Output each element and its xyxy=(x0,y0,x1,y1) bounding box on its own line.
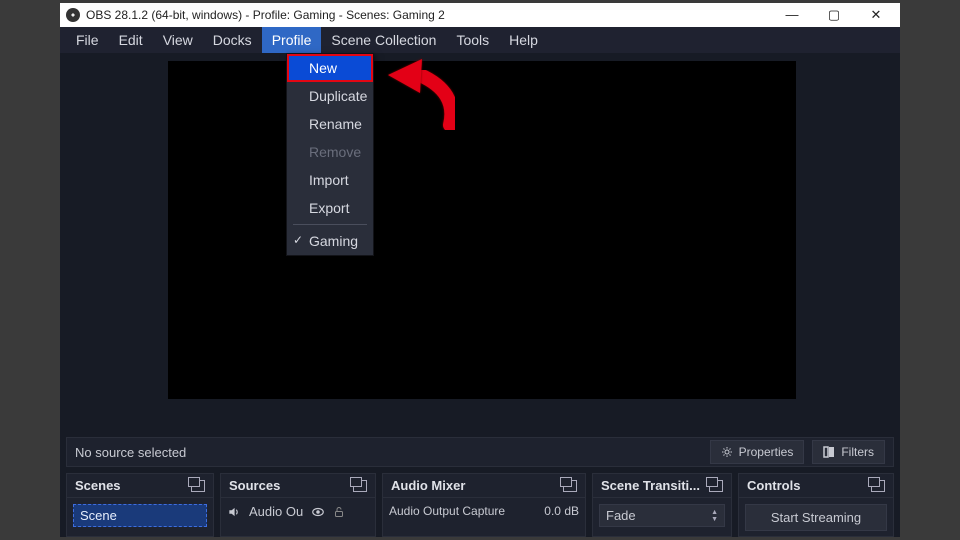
lock-icon[interactable] xyxy=(333,505,345,519)
profile-menu-new[interactable]: New xyxy=(287,54,373,82)
dock-sources-title: Sources xyxy=(229,478,280,493)
properties-button[interactable]: Properties xyxy=(710,440,805,464)
profile-menu-remove: Remove xyxy=(287,138,373,166)
menu-file[interactable]: File xyxy=(66,27,109,53)
dock-audio-mixer: Audio Mixer Audio Output Capture 0.0 dB xyxy=(382,473,586,537)
profile-menu-duplicate[interactable]: Duplicate xyxy=(287,82,373,110)
chevron-updown-icon: ▲▼ xyxy=(711,509,718,523)
dock-scenes: Scenes Scene xyxy=(66,473,214,537)
window-buttons: — ▢ ✕ xyxy=(780,7,888,23)
popout-icon[interactable] xyxy=(191,480,205,492)
status-bar: No source selected Properties Filters xyxy=(66,437,894,467)
dock-controls: Controls Start Streaming xyxy=(738,473,894,537)
start-streaming-button[interactable]: Start Streaming xyxy=(745,504,887,531)
eye-icon[interactable] xyxy=(311,505,325,519)
maximize-button[interactable]: ▢ xyxy=(822,7,846,23)
scene-list-item[interactable]: Scene xyxy=(73,504,207,527)
app-icon xyxy=(66,8,80,22)
transition-select[interactable]: Fade ▲▼ xyxy=(599,504,725,527)
profile-menu-separator xyxy=(293,224,367,225)
docks-row: Scenes Scene Sources Audio Ou xyxy=(66,473,894,537)
menu-help[interactable]: Help xyxy=(499,27,548,53)
minimize-button[interactable]: — xyxy=(780,7,804,23)
menu-docks[interactable]: Docks xyxy=(203,27,262,53)
gear-icon xyxy=(721,446,733,458)
menu-edit[interactable]: Edit xyxy=(109,27,153,53)
filters-icon xyxy=(823,446,835,458)
menubar: File Edit View Docks Profile Scene Colle… xyxy=(60,27,900,53)
menu-profile[interactable]: Profile xyxy=(262,27,322,53)
profile-menu-gaming[interactable]: Gaming xyxy=(287,227,373,255)
profile-menu-export[interactable]: Export xyxy=(287,194,373,222)
dock-mixer-title: Audio Mixer xyxy=(391,478,465,493)
popout-icon[interactable] xyxy=(353,480,367,492)
dock-sources: Sources Audio Ou xyxy=(220,473,376,537)
mixer-channel-row: Audio Output Capture 0.0 dB xyxy=(389,504,579,518)
source-list-item[interactable]: Audio Ou xyxy=(227,504,369,519)
window-title: OBS 28.1.2 (64-bit, windows) - Profile: … xyxy=(86,8,780,22)
menu-view[interactable]: View xyxy=(153,27,203,53)
speaker-icon xyxy=(227,505,241,519)
popout-icon[interactable] xyxy=(563,480,577,492)
close-button[interactable]: ✕ xyxy=(864,7,888,23)
filters-button[interactable]: Filters xyxy=(812,440,885,464)
preview-area xyxy=(168,61,796,399)
dock-transitions-title: Scene Transiti... xyxy=(601,478,700,493)
dock-transitions: Scene Transiti... Fade ▲▼ xyxy=(592,473,732,537)
app-window: OBS 28.1.2 (64-bit, windows) - Profile: … xyxy=(60,3,900,537)
mixer-db-value: 0.0 dB xyxy=(544,504,579,518)
popout-icon[interactable] xyxy=(871,480,885,492)
status-message: No source selected xyxy=(75,445,186,460)
profile-menu-import[interactable]: Import xyxy=(287,166,373,194)
dock-scenes-title: Scenes xyxy=(75,478,121,493)
profile-menu-rename[interactable]: Rename xyxy=(287,110,373,138)
popout-icon[interactable] xyxy=(709,480,723,492)
dock-controls-title: Controls xyxy=(747,478,800,493)
titlebar: OBS 28.1.2 (64-bit, windows) - Profile: … xyxy=(60,3,900,27)
menu-tools[interactable]: Tools xyxy=(446,27,499,53)
menu-scene-collection[interactable]: Scene Collection xyxy=(321,27,446,53)
profile-dropdown: New Duplicate Rename Remove Import Expor… xyxy=(286,53,374,256)
